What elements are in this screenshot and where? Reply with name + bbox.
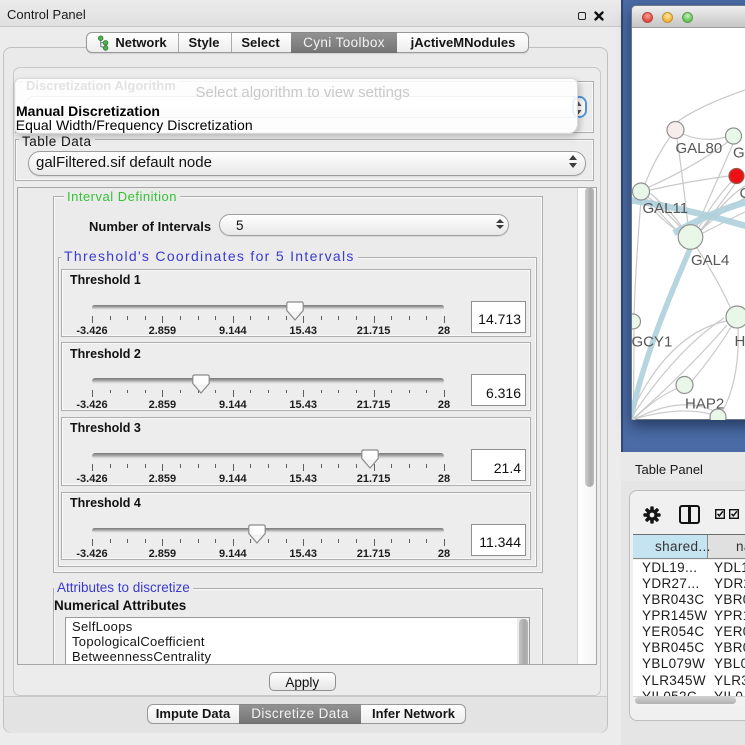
svg-text:CY: CY (740, 185, 745, 202)
svg-text:HAP2: HAP2 (685, 396, 724, 413)
svg-text:GAL11: GAL11 (643, 200, 689, 217)
svg-text:GCY1: GCY1 (632, 334, 672, 351)
svg-text:GA: GA (733, 145, 745, 162)
svg-text:GAL4: GAL4 (691, 252, 729, 269)
svg-text:GAL80: GAL80 (676, 140, 723, 157)
svg-text:HA: HA (735, 333, 745, 350)
